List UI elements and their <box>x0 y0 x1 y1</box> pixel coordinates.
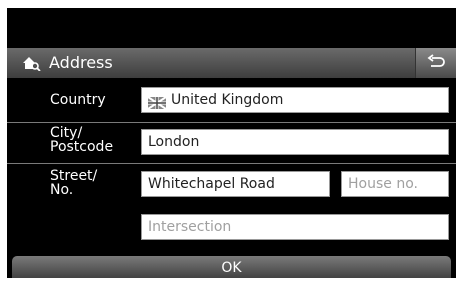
intersection-field[interactable]: Intersection <box>141 214 449 240</box>
city-label-line1: City/ <box>50 125 83 141</box>
uk-flag-icon <box>147 93 167 110</box>
page-title: Address <box>49 53 113 72</box>
intersection-placeholder: Intersection <box>148 219 232 235</box>
country-field[interactable]: United Kingdom <box>141 87 449 113</box>
street-label-line1: Street/ <box>50 168 98 184</box>
city-field[interactable]: London <box>141 129 449 155</box>
divider <box>7 163 456 164</box>
ok-button-label: OK <box>221 260 242 276</box>
country-value: United Kingdom <box>171 92 284 108</box>
house-number-placeholder: House no. <box>348 176 418 192</box>
street-label-line2: No. <box>50 182 74 198</box>
city-label-line2: Postcode <box>50 139 114 155</box>
street-field[interactable]: Whitechapel Road <box>141 171 330 197</box>
city-value: London <box>148 134 200 150</box>
navigation-screen: Address Country United Kingdom City/ Pos… <box>7 8 456 278</box>
home-search-icon <box>21 55 41 72</box>
back-button[interactable] <box>415 48 456 78</box>
divider <box>7 122 456 123</box>
country-label: Country <box>50 92 106 108</box>
ok-button[interactable]: OK <box>12 256 451 278</box>
house-number-field[interactable]: House no. <box>341 171 449 197</box>
title-bar: Address <box>7 48 456 78</box>
street-value: Whitechapel Road <box>148 176 275 192</box>
